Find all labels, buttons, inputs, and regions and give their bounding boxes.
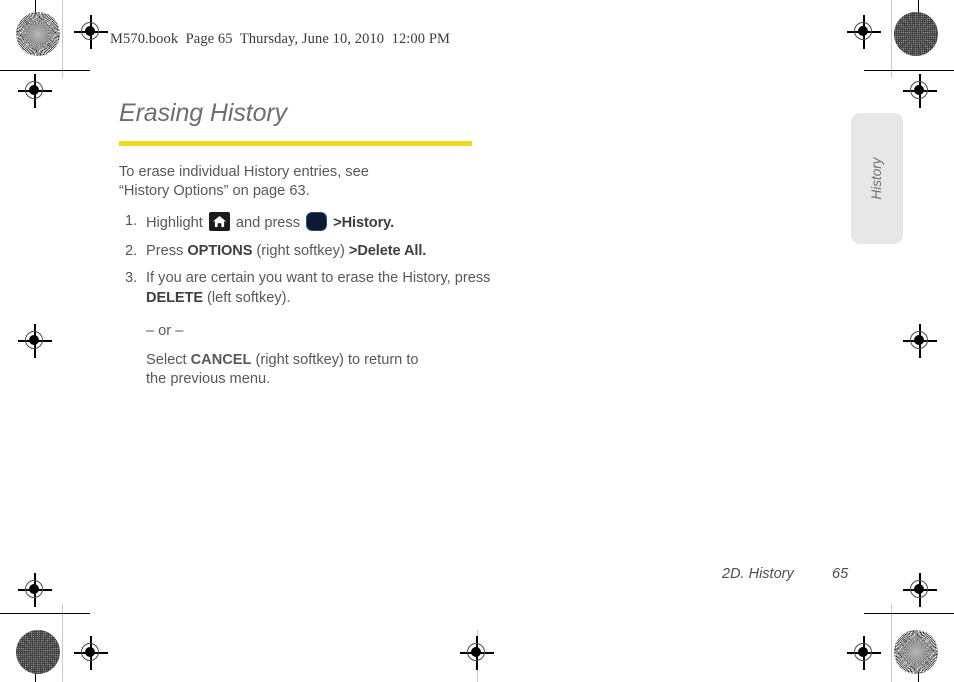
steps-list: 1. Highlight and press >History. 2. Pres… <box>119 212 519 308</box>
trim-line-bottom-center-vertical <box>477 630 478 682</box>
trim-line-bottom-left-vertical <box>62 604 63 682</box>
starburst-target-top-left <box>16 12 60 56</box>
alternate-suffix: (right softkey) to return to the previou… <box>146 351 419 388</box>
step-bold-text: History <box>341 215 391 232</box>
weave-target-bottom-left <box>16 630 60 674</box>
step-text: (right softkey) <box>256 242 345 259</box>
weave-target-top-right <box>894 12 938 56</box>
step-suffix: . <box>422 242 427 259</box>
registration-crosshair-right-upper <box>903 74 937 108</box>
trim-rule-right-top-vertical <box>918 0 920 46</box>
footer-section-title: 2D. History <box>722 566 794 582</box>
footer-page-number: 65 <box>832 566 849 582</box>
side-thumb-tab-label: History <box>869 157 884 200</box>
registration-crosshair-top-left <box>74 15 108 49</box>
registration-crosshair-bottom-right <box>847 636 881 670</box>
page-content: Erasing History To erase individual Hist… <box>119 99 519 390</box>
trim-rule-bottom-right <box>864 613 954 615</box>
trim-line-top-right-vertical <box>891 0 892 78</box>
trim-rule-left-top-vertical <box>35 0 37 46</box>
registration-crosshair-left-upper <box>18 74 52 108</box>
step-bold-text: Delete All <box>357 242 423 259</box>
intro-paragraph: To erase individual History entries, see… <box>119 163 369 199</box>
trim-line-bottom-right-vertical <box>891 604 892 682</box>
registration-crosshair-bottom-left <box>74 636 108 670</box>
step-text: If you are certain you want to erase the… <box>146 270 491 287</box>
registration-crosshair-bottom-center <box>460 636 494 670</box>
step-suffix: (left softkey). <box>207 289 291 306</box>
step-suffix: . <box>390 215 395 232</box>
registration-crosshair-left-middle <box>18 324 52 358</box>
or-separator-label: – or – <box>146 322 184 339</box>
trim-rule-bottom-left <box>0 613 90 615</box>
list-item: 3. If you are certain you want to erase … <box>119 269 519 308</box>
trim-rule-left-bottom-vertical <box>35 636 37 682</box>
side-thumb-tab: History <box>851 113 903 244</box>
step-text: Press <box>146 242 184 259</box>
title-accent-rule <box>119 140 472 146</box>
step-text: and press <box>235 215 301 232</box>
trim-line-top-left-vertical <box>62 0 63 78</box>
alternate-instruction: Select CANCEL (right softkey) to return … <box>146 351 436 390</box>
page-title: Erasing History <box>119 99 287 127</box>
step-bold-text: OPTIONS <box>187 242 253 259</box>
trim-rule-top-left <box>0 70 90 72</box>
step-number: 3. <box>125 270 138 287</box>
list-item: 2. Press OPTIONS (right softkey) >Delete… <box>119 242 519 262</box>
step-bold-text: DELETE <box>146 289 203 306</box>
trim-rule-top-right <box>864 70 954 72</box>
step-separator: > <box>333 215 342 232</box>
step-number: 2. <box>125 242 138 259</box>
registration-crosshair-left-lower <box>18 573 52 607</box>
step-number: 1. <box>125 213 138 230</box>
page-header-slug: M570.book Page 65 Thursday, June 10, 201… <box>110 31 451 47</box>
registration-crosshair-right-lower <box>903 573 937 607</box>
ok-key-icon <box>306 212 328 232</box>
starburst-target-bottom-right <box>894 630 938 674</box>
alternate-bold-text: CANCEL <box>190 351 252 368</box>
registration-crosshair-top-right <box>847 15 881 49</box>
alternate-prefix: Select <box>146 351 187 368</box>
home-key-icon <box>208 212 230 232</box>
step-text: Highlight <box>146 215 203 232</box>
list-item: 1. Highlight and press >History. <box>119 212 519 234</box>
registration-crosshair-right-middle <box>903 324 937 358</box>
trim-rule-right-bottom-vertical <box>918 636 920 682</box>
